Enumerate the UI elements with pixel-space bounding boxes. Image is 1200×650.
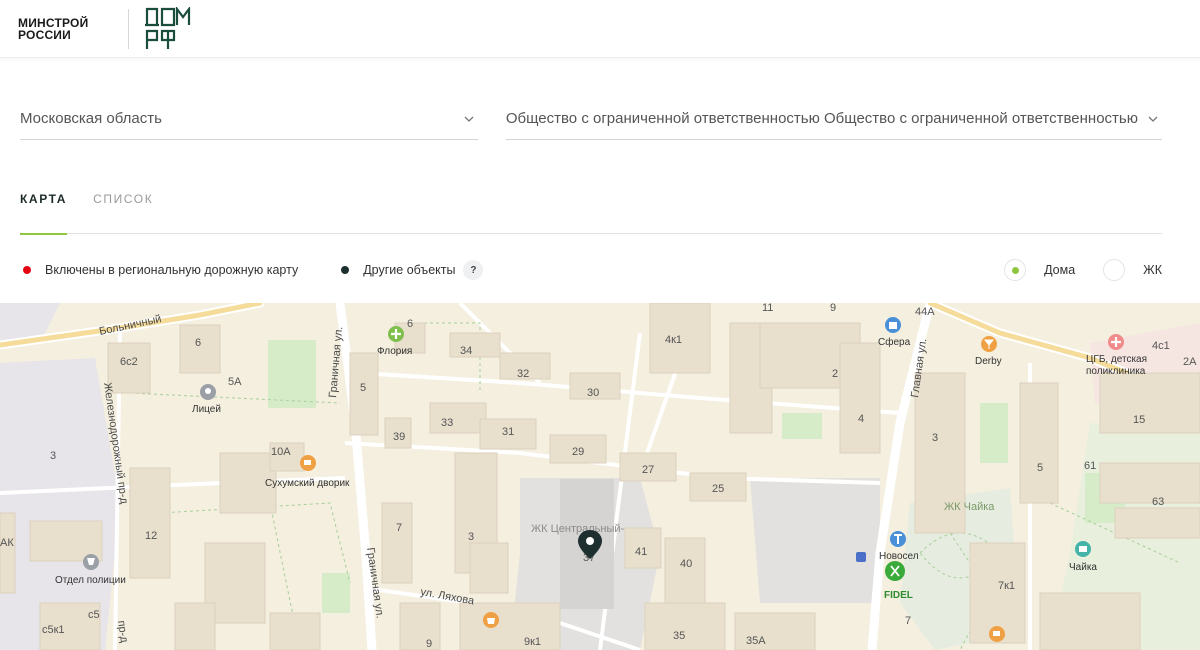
poi-label: ЦГБ, детская: [1086, 354, 1147, 365]
chevron-down-icon: [464, 116, 474, 122]
house-number: 30: [587, 387, 599, 399]
house-number: 7: [905, 615, 911, 627]
house-number: 61: [1084, 460, 1096, 472]
house-number: 39: [393, 431, 405, 443]
house-number: 35: [673, 630, 685, 642]
park-green: [782, 413, 822, 439]
house-number: 12: [145, 530, 157, 542]
house-number: 41: [635, 546, 647, 558]
map-view[interactable]: Больничный Граничная ул. Железнодорожный…: [0, 303, 1200, 650]
poi-label: Сухумский дворик: [265, 478, 350, 489]
radio-selected-indicator: [1011, 266, 1019, 274]
map-canvas[interactable]: Больничный Граничная ул. Железнодорожный…: [0, 303, 1200, 650]
house-number: 10А: [271, 446, 291, 458]
tab-list[interactable]: СПИСОК: [93, 186, 153, 234]
park-green: [980, 403, 1008, 463]
house-number: 4: [858, 413, 864, 425]
house-number: 6: [195, 337, 201, 349]
zhk-label: ЖК Центральный-: [531, 523, 624, 535]
house-number: 4к1: [665, 334, 682, 346]
minstroy-logo-line2: РОССИИ: [18, 27, 71, 42]
poi-label: Отдел полиции: [55, 575, 126, 586]
legend-other-label: Другие объекты: [363, 263, 456, 277]
logo-divider: [128, 8, 129, 49]
house-number: 2А: [1183, 356, 1197, 368]
house-number: 29: [572, 446, 584, 458]
bus-stop-icon[interactable]: [856, 552, 866, 562]
house-number: 6с2: [120, 356, 138, 368]
park-green: [322, 573, 350, 613]
building-zone: [750, 478, 880, 603]
poi-label: FIDEL: [884, 590, 913, 601]
house-number: 11: [762, 303, 773, 314]
house-number: 32: [517, 368, 529, 380]
poi-label: Чайка: [1069, 562, 1097, 573]
house-number: 15: [1133, 414, 1145, 426]
poi-shop-south[interactable]: [483, 612, 499, 628]
house-number: 4с1: [1152, 340, 1170, 352]
developer-select[interactable]: Общество с ограниченной ответственностью…: [505, 98, 1162, 140]
house-number: 33: [441, 417, 453, 429]
minstroy-logo[interactable]: МИНСТРОЙ РОССИИ: [18, 17, 110, 41]
poi-label: поликлиника: [1086, 366, 1146, 377]
included-dot-icon: [23, 266, 31, 274]
house-number: 40: [680, 558, 692, 570]
house-number: 3: [50, 450, 56, 462]
house-number: 34: [460, 345, 472, 357]
developer-select-value: Общество с ограниченной ответственностью…: [505, 110, 1138, 127]
house-number: 5А: [228, 376, 242, 388]
house-number: 7: [396, 522, 402, 534]
house-number: 3: [932, 432, 938, 444]
park-green: [268, 340, 316, 408]
house-number: 5: [360, 382, 366, 394]
tab-map[interactable]: КАРТА: [20, 186, 68, 235]
view-tabs: КАРТА СПИСОК: [20, 186, 1162, 235]
house-number: 27: [642, 464, 654, 476]
house-number: 9: [426, 638, 432, 650]
minstroy-logo-line1: МИНСТРОЙ: [18, 15, 89, 30]
house-number: 63: [1152, 496, 1164, 508]
poi-label: Derby: [975, 356, 1002, 367]
poi-label: Лицей: [192, 404, 221, 415]
house-number: 9: [830, 303, 836, 314]
house-number: с5: [88, 609, 100, 621]
house-number: 3: [468, 531, 474, 543]
house-number: 35А: [746, 635, 766, 647]
radio-houses-label[interactable]: Дома: [1044, 263, 1075, 277]
house-number: 5: [1037, 462, 1043, 474]
radio-complexes[interactable]: [1103, 259, 1126, 281]
house-number: 31: [502, 426, 514, 438]
house-number: 2: [832, 368, 838, 380]
house-number: АК: [0, 537, 14, 549]
house-number: 9к1: [524, 636, 541, 648]
radio-complexes-label[interactable]: ЖК: [1143, 263, 1162, 277]
house-number: 19: [625, 303, 637, 306]
help-icon[interactable]: ?: [463, 260, 484, 280]
poi-cafe-south[interactable]: [989, 626, 1005, 642]
poi-label: Новосел: [879, 551, 919, 562]
radio-houses[interactable]: [1004, 259, 1027, 281]
poi-label: Сфера: [878, 336, 911, 348]
zhk-label: ЖК Чайка: [944, 501, 995, 513]
region-select[interactable]: Московская область: [20, 98, 478, 140]
domrf-logo-icon[interactable]: [145, 6, 191, 51]
house-number: 25: [712, 483, 724, 495]
house-number: 7к1: [998, 580, 1015, 592]
region-select-value: Московская область: [20, 110, 162, 127]
other-dot-icon: [341, 266, 350, 274]
site-header: МИНСТРОЙ РОССИИ: [0, 0, 1200, 58]
house-number: 44А: [915, 306, 935, 318]
house-number: 6: [407, 318, 413, 330]
filters-row: Московская область Общество с ограниченн…: [20, 98, 1162, 140]
legend-included-label: Включены в региональную дорожную карту: [45, 263, 299, 277]
poi-label: Флория: [377, 346, 412, 357]
house-number: с5к1: [42, 624, 65, 636]
chevron-down-icon: [1148, 116, 1158, 122]
map-legend: Включены в региональную дорожную карту Д…: [20, 259, 1162, 281]
